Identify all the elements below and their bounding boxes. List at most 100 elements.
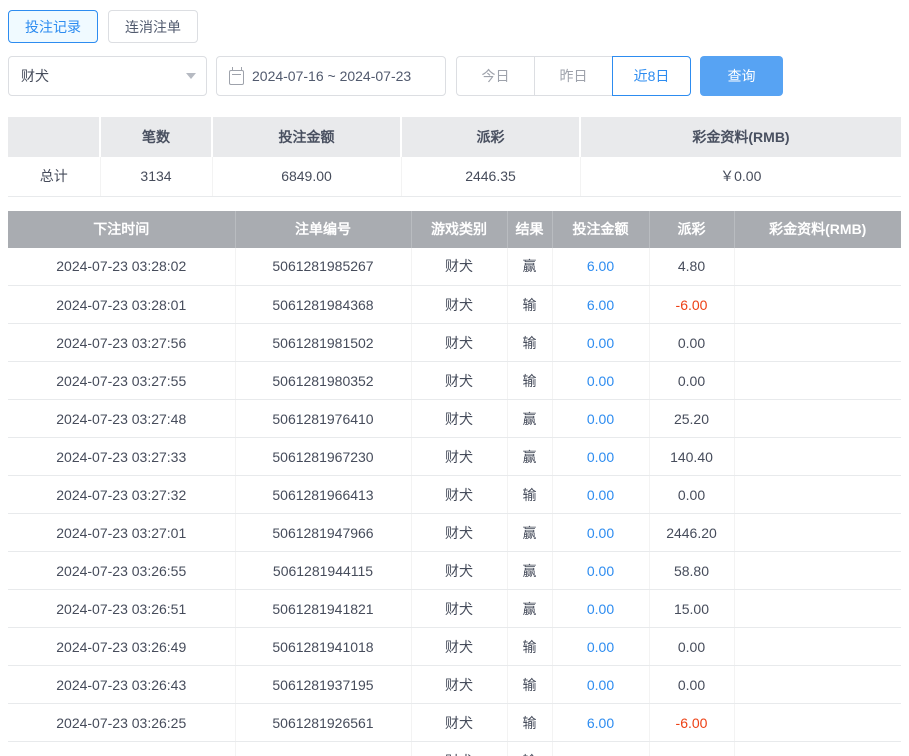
header-order-id: 注单编号 <box>235 211 411 248</box>
bet-amount-link[interactable]: 6.00 <box>587 258 614 274</box>
cell-result: 赢 <box>507 514 552 552</box>
chevron-down-icon <box>186 73 196 79</box>
query-button[interactable]: 查询 <box>700 56 783 96</box>
cell-bet-amount: 6.00 <box>552 742 649 756</box>
bet-table-header-row: 下注时间 注单编号 游戏类别 结果 投注金额 派彩 彩金资料(RMB) <box>8 211 901 248</box>
cell-bonus <box>734 362 901 400</box>
bet-table-body: 2024-07-23 03:28:02 5061281985267 财犬 赢 6… <box>8 248 901 756</box>
cell-bonus <box>734 514 901 552</box>
cell-bet-time: 2024-07-23 03:26:25 <box>8 704 235 742</box>
cell-order-id: 5061281967230 <box>235 438 411 476</box>
header-bet-amount: 投注金额 <box>552 211 649 248</box>
cell-order-id: 5061281966413 <box>235 476 411 514</box>
bet-amount-link[interactable]: 0.00 <box>587 411 614 427</box>
table-row: 2024-07-23 03:26:43 5061281937195 财犬 输 0… <box>8 666 901 704</box>
cell-game-type: 财犬 <box>411 590 507 628</box>
cell-payout: -6.00 <box>649 742 734 756</box>
top-tabs: 投注记录 连消注单 <box>8 10 901 43</box>
table-row: 2024-07-23 03:26:24 5061281925717 财犬 输 6… <box>8 742 901 756</box>
yesterday-button[interactable]: 昨日 <box>534 56 613 96</box>
bet-amount-link[interactable]: 0.00 <box>587 677 614 693</box>
summary-header-count: 笔数 <box>100 117 212 157</box>
table-row: 2024-07-23 03:27:01 5061281947966 财犬 赢 0… <box>8 514 901 552</box>
bet-amount-link[interactable]: 0.00 <box>587 487 614 503</box>
cell-game-type: 财犬 <box>411 628 507 666</box>
summary-header-empty <box>8 117 100 157</box>
summary-table: 笔数 投注金额 派彩 彩金资料(RMB) 总计 3134 6849.00 244… <box>8 117 901 197</box>
table-row: 2024-07-23 03:27:33 5061281967230 财犬 赢 0… <box>8 438 901 476</box>
bet-amount-link[interactable]: 0.00 <box>587 563 614 579</box>
summary-header-row: 笔数 投注金额 派彩 彩金资料(RMB) <box>8 117 901 157</box>
cell-payout: 0.00 <box>649 362 734 400</box>
cell-bonus <box>734 628 901 666</box>
filter-bar: 财犬 2024-07-16 ~ 2024-07-23 今日 昨日 近8日 查询 <box>8 56 901 96</box>
cell-result: 赢 <box>507 438 552 476</box>
cell-bonus <box>734 476 901 514</box>
calendar-icon <box>229 70 244 85</box>
cell-result: 输 <box>507 666 552 704</box>
bet-amount-link[interactable]: 0.00 <box>587 335 614 351</box>
cell-bet-time: 2024-07-23 03:27:32 <box>8 476 235 514</box>
tab-chained-bets[interactable]: 连消注单 <box>108 10 198 43</box>
cell-bonus <box>734 286 901 324</box>
cell-result: 输 <box>507 742 552 756</box>
cell-bonus <box>734 704 901 742</box>
cell-bonus <box>734 552 901 590</box>
cell-bonus <box>734 666 901 704</box>
game-select[interactable]: 财犬 <box>8 56 207 96</box>
bet-amount-link[interactable]: 0.00 <box>587 639 614 655</box>
cell-bonus <box>734 438 901 476</box>
cell-bet-amount: 0.00 <box>552 514 649 552</box>
cell-order-id: 5061281980352 <box>235 362 411 400</box>
summary-header-payout: 派彩 <box>401 117 580 157</box>
cell-bet-amount: 6.00 <box>552 704 649 742</box>
cell-result: 输 <box>507 286 552 324</box>
game-select-value: 财犬 <box>21 66 49 86</box>
cell-payout: 4.80 <box>649 248 734 286</box>
cell-bet-amount: 0.00 <box>552 666 649 704</box>
bet-amount-link[interactable]: 0.00 <box>587 601 614 617</box>
cell-game-type: 财犬 <box>411 248 507 286</box>
cell-bet-amount: 6.00 <box>552 248 649 286</box>
cell-game-type: 财犬 <box>411 666 507 704</box>
cell-payout: 140.40 <box>649 438 734 476</box>
cell-order-id: 5061281985267 <box>235 248 411 286</box>
cell-game-type: 财犬 <box>411 400 507 438</box>
bet-table: 下注时间 注单编号 游戏类别 结果 投注金额 派彩 彩金资料(RMB) 2024… <box>8 211 901 756</box>
table-row: 2024-07-23 03:26:25 5061281926561 财犬 输 6… <box>8 704 901 742</box>
date-range-picker[interactable]: 2024-07-16 ~ 2024-07-23 <box>216 56 446 96</box>
header-game-type: 游戏类别 <box>411 211 507 248</box>
bet-amount-link[interactable]: 0.00 <box>587 449 614 465</box>
bet-amount-link[interactable]: 6.00 <box>587 297 614 313</box>
table-row: 2024-07-23 03:27:48 5061281976410 财犬 赢 0… <box>8 400 901 438</box>
cell-payout: -6.00 <box>649 286 734 324</box>
summary-total-bonus: ￥0.00 <box>580 157 901 196</box>
today-button[interactable]: 今日 <box>456 56 535 96</box>
cell-bet-time: 2024-07-23 03:26:55 <box>8 552 235 590</box>
cell-bet-time: 2024-07-23 03:26:51 <box>8 590 235 628</box>
cell-result: 输 <box>507 704 552 742</box>
bet-amount-link[interactable]: 6.00 <box>587 753 614 756</box>
last8days-button[interactable]: 近8日 <box>612 56 691 96</box>
cell-bet-amount: 0.00 <box>552 628 649 666</box>
bet-amount-link[interactable]: 0.00 <box>587 373 614 389</box>
cell-bonus <box>734 248 901 286</box>
table-row: 2024-07-23 03:27:32 5061281966413 财犬 输 0… <box>8 476 901 514</box>
bet-amount-link[interactable]: 6.00 <box>587 715 614 731</box>
cell-bet-amount: 0.00 <box>552 590 649 628</box>
cell-payout: 0.00 <box>649 666 734 704</box>
quick-date-group: 今日 昨日 近8日 <box>456 56 691 96</box>
cell-game-type: 财犬 <box>411 438 507 476</box>
cell-bet-time: 2024-07-23 03:26:24 <box>8 742 235 756</box>
cell-result: 赢 <box>507 248 552 286</box>
cell-payout: 2446.20 <box>649 514 734 552</box>
header-bonus: 彩金资料(RMB) <box>734 211 901 248</box>
tab-bet-records[interactable]: 投注记录 <box>8 10 98 43</box>
cell-order-id: 5061281976410 <box>235 400 411 438</box>
header-bet-time: 下注时间 <box>8 211 235 248</box>
cell-payout: 0.00 <box>649 628 734 666</box>
cell-game-type: 财犬 <box>411 286 507 324</box>
summary-header-bonus: 彩金资料(RMB) <box>580 117 901 157</box>
bet-amount-link[interactable]: 0.00 <box>587 525 614 541</box>
cell-payout: -6.00 <box>649 704 734 742</box>
